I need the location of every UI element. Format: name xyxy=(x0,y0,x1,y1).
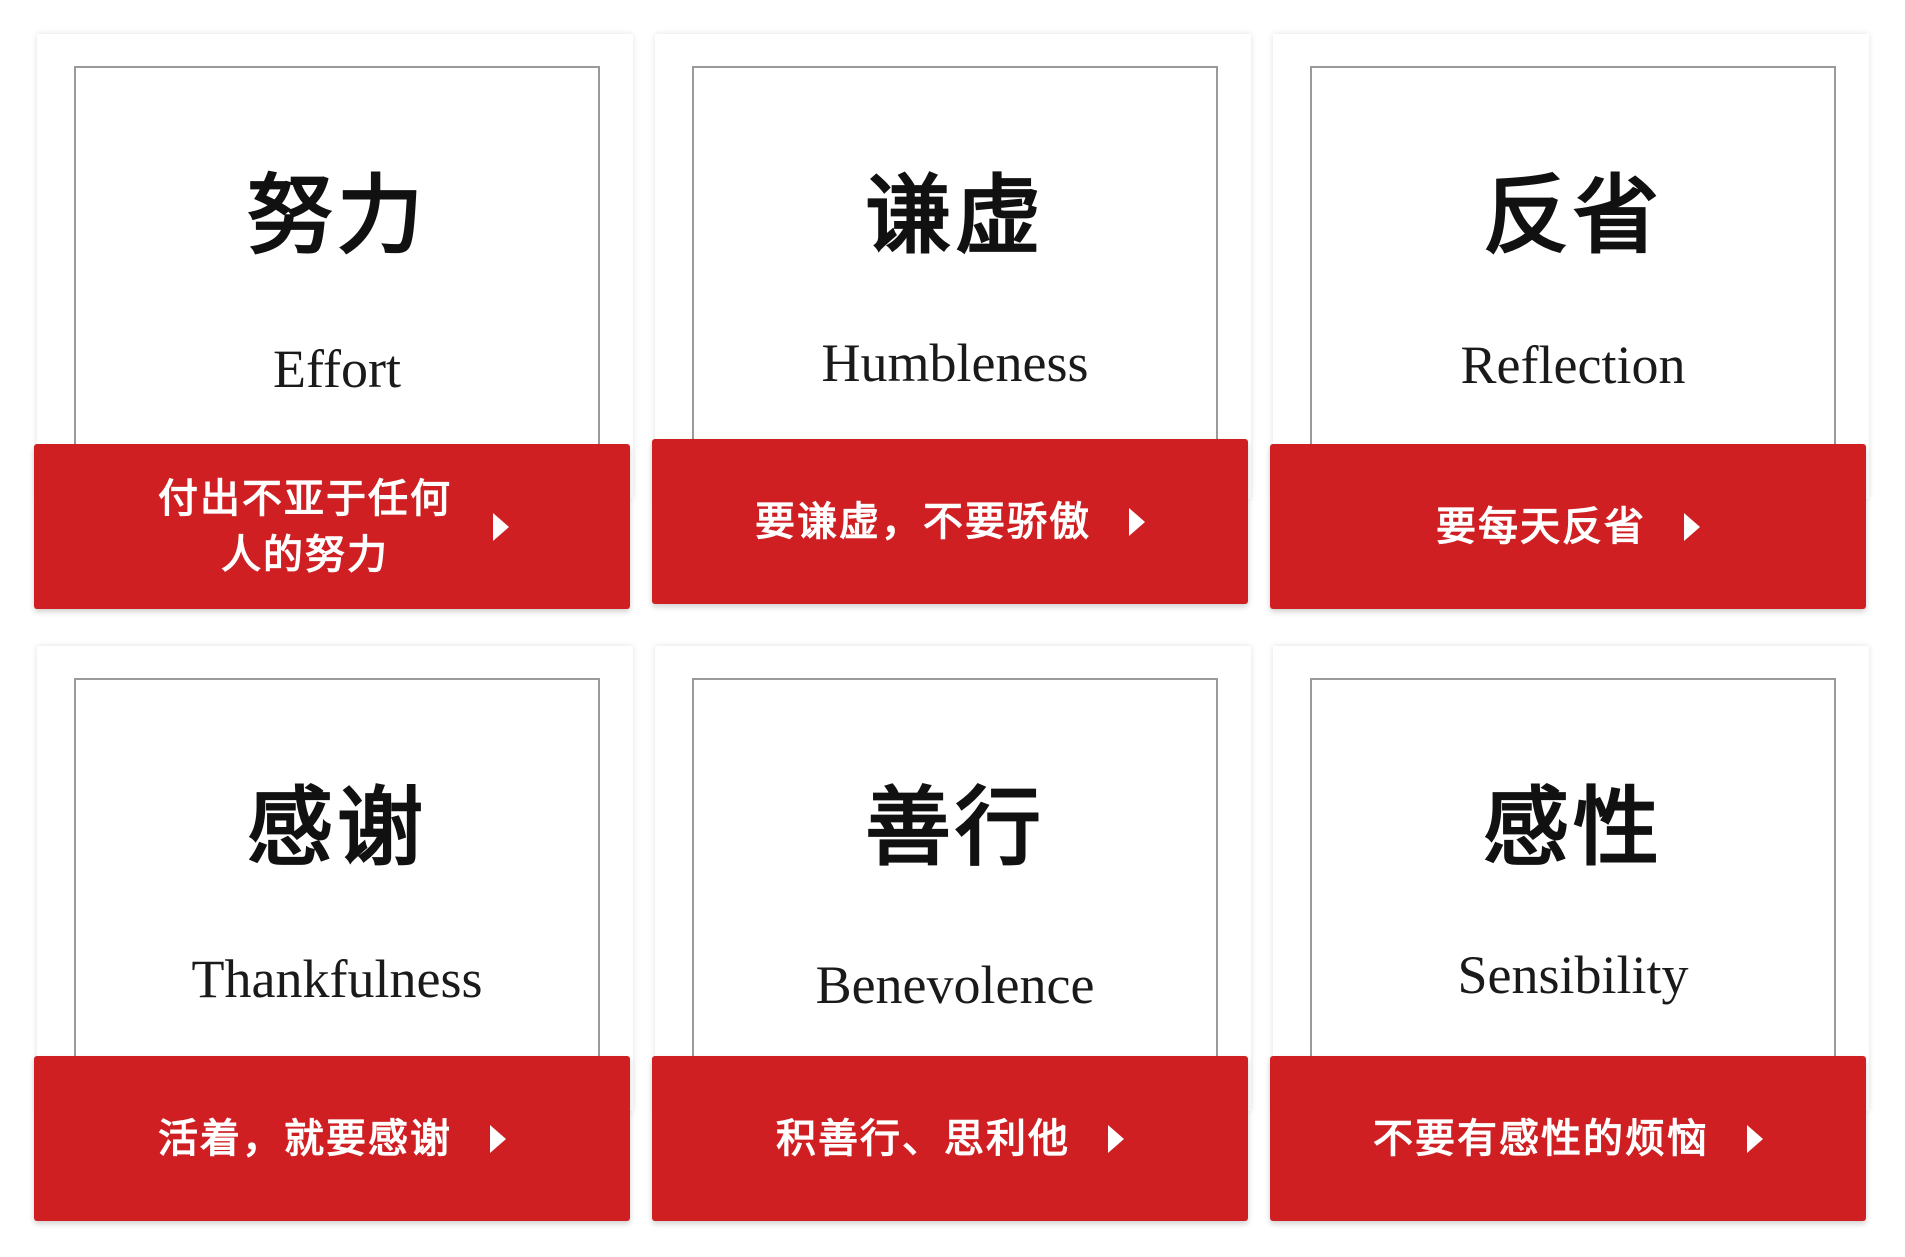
card-inner-panel: 努力 Effort xyxy=(74,66,600,478)
card-frame: 感性 Sensibility xyxy=(1273,646,1869,1111)
card-action-button[interactable]: 付出不亚于任何人的努力 xyxy=(34,444,630,609)
chevron-right-icon xyxy=(1747,1124,1763,1153)
card-action-button[interactable]: 活着，就要感谢 xyxy=(34,1056,630,1221)
card-action-label: 要谦虚，不要骄傲 xyxy=(755,498,1091,545)
principles-grid: 努力 Effort 付出不亚于任何人的努力 谦虚 Humbleness 要谦虚，… xyxy=(0,0,1905,1257)
card-title-chinese: 感性 xyxy=(1483,778,1663,878)
card-inner-panel: 反省 Reflection xyxy=(1310,66,1836,478)
card-action-button[interactable]: 要每天反省 xyxy=(1270,444,1866,609)
card-inner-panel: 感谢 Thankfulness xyxy=(74,678,600,1090)
card-action-label: 要每天反省 xyxy=(1436,503,1646,550)
card-benevolence: 善行 Benevolence 积善行、思利他 xyxy=(652,646,1251,1226)
card-frame: 谦虚 Humbleness xyxy=(655,34,1251,499)
card-title-chinese: 努力 xyxy=(247,166,427,266)
card-title-english: Benevolence xyxy=(815,955,1095,1015)
card-frame: 努力 Effort xyxy=(37,34,633,499)
card-title-chinese: 善行 xyxy=(865,778,1045,878)
chevron-right-icon xyxy=(1129,507,1145,536)
card-action-button[interactable]: 不要有感性的烦恼 xyxy=(1270,1056,1866,1221)
card-action-label: 积善行、思利他 xyxy=(776,1115,1070,1162)
card-title-english: Thankfulness xyxy=(191,949,483,1009)
chevron-right-icon xyxy=(490,1124,506,1153)
card-title-chinese: 谦虚 xyxy=(865,166,1045,266)
chevron-right-icon xyxy=(1108,1124,1124,1153)
card-title-english: Sensibility xyxy=(1457,945,1689,1005)
card-effort: 努力 Effort 付出不亚于任何人的努力 xyxy=(34,34,633,614)
card-humbleness: 谦虚 Humbleness 要谦虚，不要骄傲 xyxy=(652,34,1251,614)
card-inner-panel: 感性 Sensibility xyxy=(1310,678,1836,1090)
card-thankfulness: 感谢 Thankfulness 活着，就要感谢 xyxy=(34,646,633,1226)
chevron-right-icon xyxy=(1684,512,1700,541)
card-inner-panel: 谦虚 Humbleness xyxy=(692,66,1218,478)
card-title-english: Reflection xyxy=(1460,335,1686,395)
card-inner-panel: 善行 Benevolence xyxy=(692,678,1218,1090)
card-action-label: 不要有感性的烦恼 xyxy=(1373,1115,1709,1162)
card-frame: 善行 Benevolence xyxy=(655,646,1251,1111)
card-title-chinese: 感谢 xyxy=(247,778,427,878)
card-frame: 反省 Reflection xyxy=(1273,34,1869,499)
card-reflection: 反省 Reflection 要每天反省 xyxy=(1270,34,1869,614)
card-title-chinese: 反省 xyxy=(1483,166,1663,266)
card-action-button[interactable]: 要谦虚，不要骄傲 xyxy=(652,439,1248,604)
card-frame: 感谢 Thankfulness xyxy=(37,646,633,1111)
chevron-right-icon xyxy=(493,512,509,541)
card-title-english: Effort xyxy=(273,339,401,399)
card-action-label: 活着，就要感谢 xyxy=(158,1115,452,1162)
card-sensibility: 感性 Sensibility 不要有感性的烦恼 xyxy=(1270,646,1869,1226)
card-title-english: Humbleness xyxy=(821,333,1089,393)
card-action-button[interactable]: 积善行、思利他 xyxy=(652,1056,1248,1221)
card-action-label: 付出不亚于任何人的努力 xyxy=(158,475,452,578)
